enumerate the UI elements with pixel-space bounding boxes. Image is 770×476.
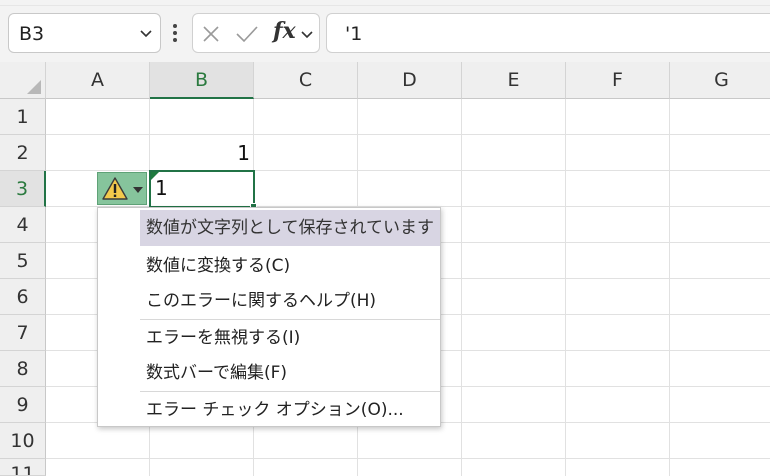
gridline xyxy=(461,99,462,476)
menu-item-error-checking-options[interactable]: エラー チェック オプション(O)... xyxy=(140,392,440,428)
warning-icon xyxy=(102,177,128,200)
row-header-3[interactable]: 3 xyxy=(0,171,46,207)
chevron-down-icon[interactable] xyxy=(301,30,313,40)
formula-input[interactable]: '1 xyxy=(326,13,770,53)
error-indicator xyxy=(151,172,159,180)
row-header-2[interactable]: 2 xyxy=(0,135,46,171)
gridline xyxy=(565,99,566,476)
row-header-7[interactable]: 7 xyxy=(0,315,46,351)
column-header-d[interactable]: D xyxy=(358,62,462,99)
row-header-5[interactable]: 5 xyxy=(0,243,46,279)
cell-b2[interactable]: 1 xyxy=(150,135,254,171)
more-options-icon[interactable] xyxy=(170,24,180,44)
gridline xyxy=(46,458,770,459)
spreadsheet-grid[interactable]: A B C D E F G 1 2 3 4 5 6 7 8 9 10 11 1 … xyxy=(0,62,770,476)
row-header-9[interactable]: 9 xyxy=(0,387,46,423)
formula-text: '1 xyxy=(345,23,363,45)
menu-item-help[interactable]: このエラーに関するヘルプ(H) xyxy=(140,283,440,319)
formula-controls: fx xyxy=(192,13,320,53)
insert-function-button[interactable]: fx xyxy=(273,18,296,44)
menu-item-edit-in-formula-bar[interactable]: 数式バーで編集(F) xyxy=(140,355,440,391)
row-header-1[interactable]: 1 xyxy=(0,99,46,135)
name-box-value: B3 xyxy=(19,23,45,45)
row-header-6[interactable]: 6 xyxy=(0,279,46,315)
column-header-g[interactable]: G xyxy=(670,62,770,99)
name-box[interactable]: B3 xyxy=(8,13,161,53)
column-header-b[interactable]: B xyxy=(150,62,254,99)
column-header-e[interactable]: E xyxy=(462,62,566,99)
menu-item-convert-to-number[interactable]: 数値に変換する(C) xyxy=(140,248,440,284)
row-header-4[interactable]: 4 xyxy=(0,207,46,243)
enter-icon[interactable] xyxy=(235,24,259,44)
menu-header: 数値が文字列として保存されています xyxy=(140,210,440,246)
error-context-menu: 数値が文字列として保存されています 数値に変換する(C) このエラーに関するヘル… xyxy=(97,207,441,427)
column-header-a[interactable]: A xyxy=(46,62,150,99)
column-header-f[interactable]: F xyxy=(566,62,670,99)
formula-bar: B3 fx '1 xyxy=(0,6,770,62)
row-header-8[interactable]: 8 xyxy=(0,351,46,387)
chevron-down-icon[interactable] xyxy=(133,186,143,194)
row-header-10[interactable]: 10 xyxy=(0,423,46,459)
menu-item-ignore-error[interactable]: エラーを無視する(I) xyxy=(140,320,440,356)
column-header-c[interactable]: C xyxy=(254,62,358,99)
error-check-button[interactable] xyxy=(97,172,147,205)
chevron-down-icon[interactable] xyxy=(140,29,152,39)
cancel-icon[interactable] xyxy=(201,24,221,44)
cell-b3[interactable]: 1 xyxy=(149,170,255,208)
select-all-button[interactable] xyxy=(0,62,46,99)
gridline xyxy=(669,99,670,476)
row-header-11[interactable]: 11 xyxy=(0,459,46,476)
